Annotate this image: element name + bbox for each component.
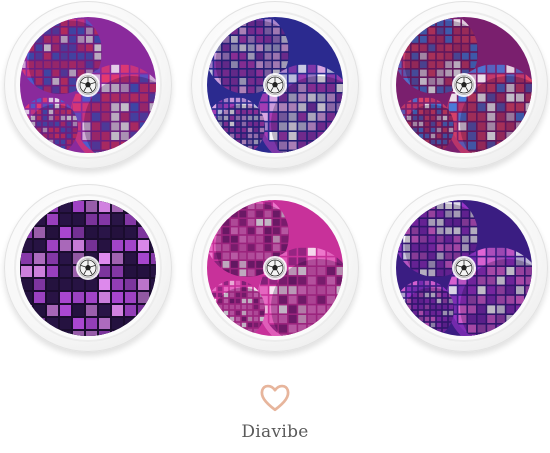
sensor-center-button bbox=[454, 75, 474, 95]
heart-logo-icon bbox=[260, 384, 290, 412]
center-pattern-icon bbox=[455, 259, 473, 277]
center-pattern-icon bbox=[455, 76, 473, 94]
sensor-center-button bbox=[78, 75, 98, 95]
sensor-center-button bbox=[265, 75, 285, 95]
sensor-center-button bbox=[265, 258, 285, 278]
sensor-sticker-3 bbox=[380, 1, 548, 169]
center-pattern-icon bbox=[266, 76, 284, 94]
sensor-sticker-2 bbox=[191, 1, 359, 169]
product-grid bbox=[0, 0, 550, 360]
brand-footer: Diavibe bbox=[0, 380, 550, 442]
sensor-center-button bbox=[454, 258, 474, 278]
center-pattern-icon bbox=[266, 259, 284, 277]
sensor-sticker-6 bbox=[380, 184, 548, 352]
brand-name: Diavibe bbox=[241, 422, 309, 442]
center-pattern-icon bbox=[79, 76, 97, 94]
sensor-sticker-5 bbox=[191, 184, 359, 352]
sensor-center-button bbox=[78, 258, 98, 278]
sensor-sticker-4 bbox=[4, 184, 172, 352]
sensor-sticker-1 bbox=[4, 1, 172, 169]
center-pattern-icon bbox=[79, 259, 97, 277]
